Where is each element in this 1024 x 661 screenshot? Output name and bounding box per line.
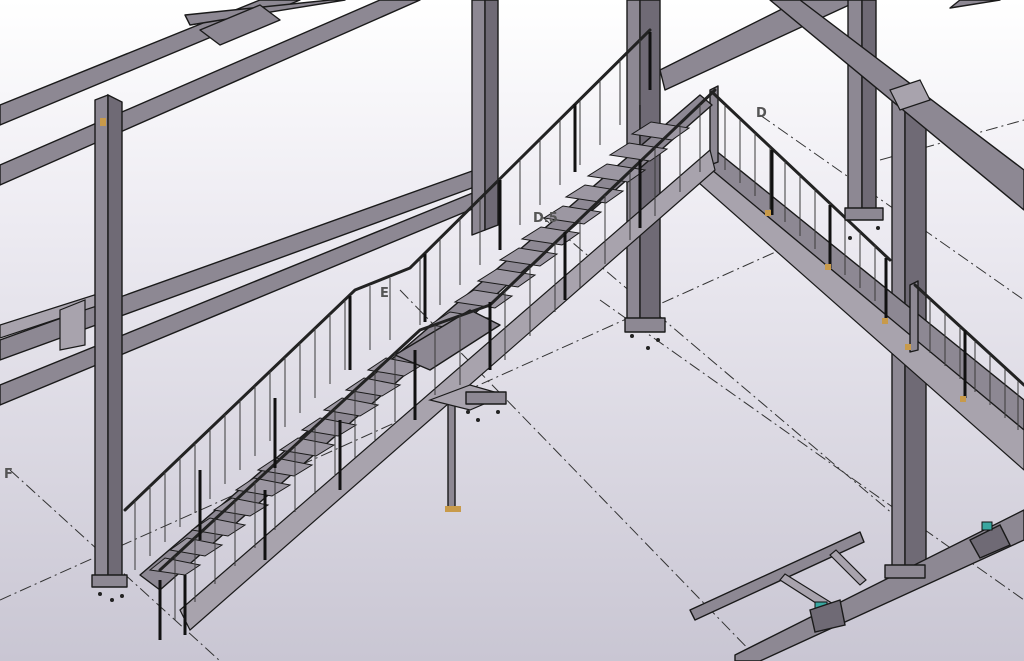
grid-label-f: F <box>4 467 13 482</box>
stair <box>139 94 716 631</box>
grid-label-d5: D.5 <box>533 211 558 226</box>
grid-label-d: D <box>756 106 767 121</box>
ground-beams <box>689 509 1024 661</box>
grid-label-e: E <box>380 286 389 301</box>
model-viewport[interactable]: F E D D.5 <box>0 0 1024 661</box>
steel-model-scene: F E D D.5 <box>0 0 1024 661</box>
